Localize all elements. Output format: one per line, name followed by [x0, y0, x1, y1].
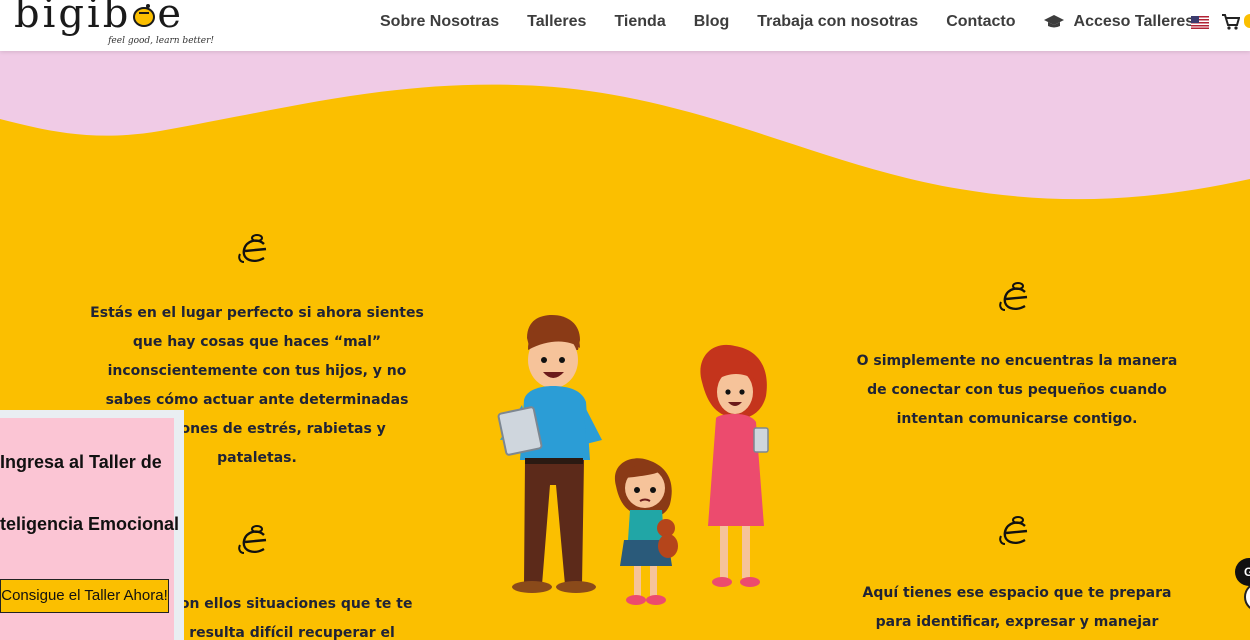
main-nav: Sobre Nosotras Talleres Tienda Blog Trab…: [380, 13, 1222, 31]
bee-icon: [131, 0, 157, 27]
popup-title-line1: Ingresa al Taller de: [0, 452, 162, 472]
popup-title-line2: teligencia Emocional: [0, 514, 180, 534]
nav-blog[interactable]: Blog: [694, 13, 730, 31]
space-paragraph: Aquí tienes ese espacio que te prepara p…: [862, 585, 1172, 630]
connect-paragraph: O simplemente no encuentras la manera de…: [856, 353, 1178, 427]
popup-card: Ingresa al Taller de teligencia Emociona…: [0, 418, 179, 640]
nav-talleres[interactable]: Talleres: [527, 13, 586, 31]
bee-icon: [238, 525, 267, 554]
logo-tagline: feel good, learn better!: [108, 36, 214, 46]
bee-icon: [999, 516, 1028, 545]
pink-wave-background: [0, 51, 1250, 200]
consigue-taller-button[interactable]: Consigue el Taller Ahora!: [0, 579, 169, 613]
chat-launcher[interactable]: [1244, 582, 1250, 612]
header: bigib e feel good, learn better! Sobre No…: [0, 0, 1250, 51]
nav-tienda[interactable]: Tienda: [614, 13, 665, 31]
nav-contacto[interactable]: Contacto: [946, 13, 1015, 31]
nav-acceso-talleres[interactable]: Acceso Talleres: [1043, 13, 1195, 31]
graduation-cap-icon: [1043, 15, 1064, 28]
nav-sobre-nosotras[interactable]: Sobre Nosotras: [380, 13, 499, 31]
bigibee-logo[interactable]: bigib e feel good, learn better!: [14, 0, 214, 48]
cart-icon[interactable]: [1222, 14, 1240, 30]
situations-paragraph: con ellos situaciones que te te resulta …: [171, 596, 413, 640]
daughter-figure: [614, 458, 678, 605]
logo-text: bigib e: [14, 0, 184, 37]
father-figure: [497, 315, 602, 593]
nav-trabaja-con-nosotras[interactable]: Trabaja con nosotras: [757, 13, 918, 31]
taller-promo-popup: Ingresa al Taller de teligencia Emociona…: [0, 410, 184, 640]
mother-figure: [700, 344, 769, 587]
family-illustration: [497, 315, 769, 605]
nav-acceso-label: Acceso Talleres: [1073, 13, 1195, 30]
us-flag-icon[interactable]: [1191, 16, 1209, 29]
cart-count-badge: [1244, 14, 1250, 28]
bee-icon: [238, 234, 267, 263]
bee-icon: [999, 282, 1028, 311]
chat-badge[interactable]: G: [1235, 558, 1250, 586]
